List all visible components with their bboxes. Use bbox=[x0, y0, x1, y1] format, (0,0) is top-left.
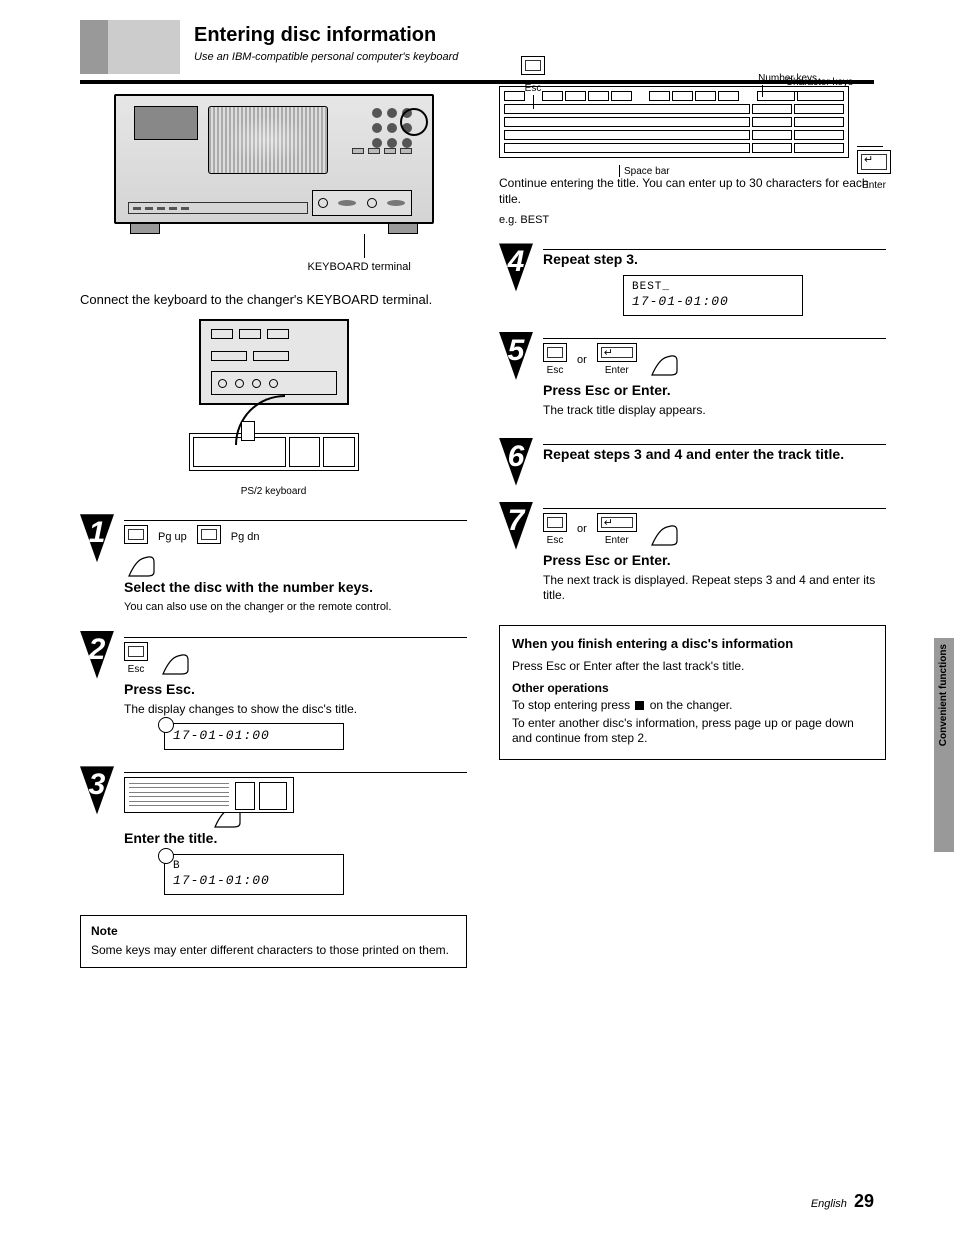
intro-right-example: e.g. BEST bbox=[499, 213, 886, 227]
char-keys-label: Character keys bbox=[786, 76, 853, 89]
finish-info-box: When you finish entering a disc's inform… bbox=[499, 625, 886, 760]
hand-press-icon bbox=[647, 347, 687, 377]
esc-label: Esc bbox=[547, 534, 564, 547]
lcd-display: 17-01-01:00 bbox=[164, 723, 344, 750]
step5-heading: Press Esc or Enter. bbox=[543, 381, 886, 399]
note-body: Some keys may enter different characters… bbox=[91, 943, 456, 959]
note-box: Note Some keys may enter different chara… bbox=[80, 915, 467, 968]
enter-key-icon bbox=[597, 513, 637, 532]
page-footer: English 29 bbox=[811, 1190, 874, 1213]
or-label: or bbox=[577, 522, 587, 536]
esc-key-icon bbox=[543, 343, 567, 362]
keyboard-connection-figure: PS/2 keyboard bbox=[179, 319, 369, 498]
info-title: When you finish entering a disc's inform… bbox=[512, 636, 873, 653]
header-color-block bbox=[80, 20, 180, 74]
intro-right: Continue entering the title. You can ent… bbox=[499, 176, 886, 207]
step3-heading: Enter the title. bbox=[124, 829, 467, 847]
space-bar-label: Space bar bbox=[624, 165, 670, 178]
intro-left-text: Connect the keyboard to the changer's KE… bbox=[80, 292, 467, 309]
step4-heading: Repeat step 3. bbox=[543, 250, 886, 268]
hand-press-icon bbox=[647, 517, 687, 547]
keyboard-layout-figure: Esc Number keys Character keys Space ba bbox=[499, 86, 849, 158]
or-label: or bbox=[577, 353, 587, 367]
side-tab: Convenient functions bbox=[934, 638, 954, 852]
step6-heading: Repeat steps 3 and 4 and enter the track… bbox=[543, 445, 886, 463]
step-4: 4 Repeat step 3. BEST_ 17-01-01:00 bbox=[499, 243, 886, 315]
step7-sub: The next track is displayed. Repeat step… bbox=[543, 573, 886, 604]
stop-icon bbox=[635, 701, 644, 710]
keyboard-typing-figure bbox=[124, 777, 294, 829]
number-key-icon bbox=[197, 525, 221, 544]
step-6: 6 Repeat steps 3 and 4 and enter the tra… bbox=[499, 438, 886, 486]
enter-key-icon bbox=[597, 343, 637, 362]
step5-sub: The track title display appears. bbox=[543, 403, 886, 419]
esc-label: Esc bbox=[128, 663, 145, 676]
step-2: 2 Esc Press Esc. The display changes to … bbox=[80, 631, 467, 751]
step-3: 3 Enter the title. B 17-01-01:00 bbox=[80, 766, 467, 894]
lcd-display: B 17-01-01:00 bbox=[164, 854, 344, 895]
keyboard-terminal-label: KEYBOARD terminal bbox=[308, 260, 434, 274]
enter-key-icon bbox=[857, 150, 891, 174]
info-line2: To stop entering press on the changer. bbox=[512, 698, 873, 714]
info-line1: Press Esc or Enter after the last track'… bbox=[512, 659, 873, 675]
esc-label: Esc bbox=[547, 364, 564, 377]
ps2-keyboard-label: PS/2 keyboard bbox=[179, 485, 369, 498]
esc-key-icon bbox=[521, 56, 545, 75]
step-5: 5 Esc or Enter Pres bbox=[499, 332, 886, 422]
pgup-label: Pg up bbox=[158, 530, 187, 544]
step2-heading: Press Esc. bbox=[124, 680, 467, 698]
side-tab-label: Convenient functions bbox=[934, 638, 953, 752]
esc-key-icon bbox=[543, 513, 567, 532]
number-key-icon bbox=[124, 525, 148, 544]
esc-callout-label: Esc bbox=[521, 82, 545, 95]
cd-changer-illustration: KEYBOARD terminal bbox=[114, 94, 434, 274]
step-7: 7 Esc or Enter Pres bbox=[499, 502, 886, 607]
info-line3: To enter another disc's information, pre… bbox=[512, 716, 873, 747]
step7-heading: Press Esc or Enter. bbox=[543, 551, 886, 569]
page-title: Entering disc information bbox=[194, 22, 458, 48]
page-subtitle: Use an IBM-compatible personal computer'… bbox=[194, 50, 458, 64]
hand-press-icon bbox=[124, 548, 164, 578]
enter-label: Enter bbox=[605, 364, 629, 377]
keyboard-jack-panel bbox=[312, 190, 412, 216]
enter-callout-label: Enter bbox=[857, 179, 891, 192]
pgdn-label: Pg dn bbox=[231, 530, 260, 544]
enter-label: Enter bbox=[605, 534, 629, 547]
step-1: 1 Pg up Pg dn Select the disc with the n… bbox=[80, 514, 467, 614]
note-title: Note bbox=[91, 924, 456, 940]
lcd-display: BEST_ 17-01-01:00 bbox=[623, 275, 803, 316]
esc-key-icon bbox=[124, 642, 148, 661]
info-other-heading: Other operations bbox=[512, 681, 873, 697]
step1-heading: Select the disc with the number keys. bbox=[124, 578, 467, 596]
hand-press-icon bbox=[158, 646, 198, 676]
step2-sub: The display changes to show the disc's t… bbox=[124, 702, 467, 718]
step1-note: You can also use on the changer or the r… bbox=[124, 600, 467, 614]
